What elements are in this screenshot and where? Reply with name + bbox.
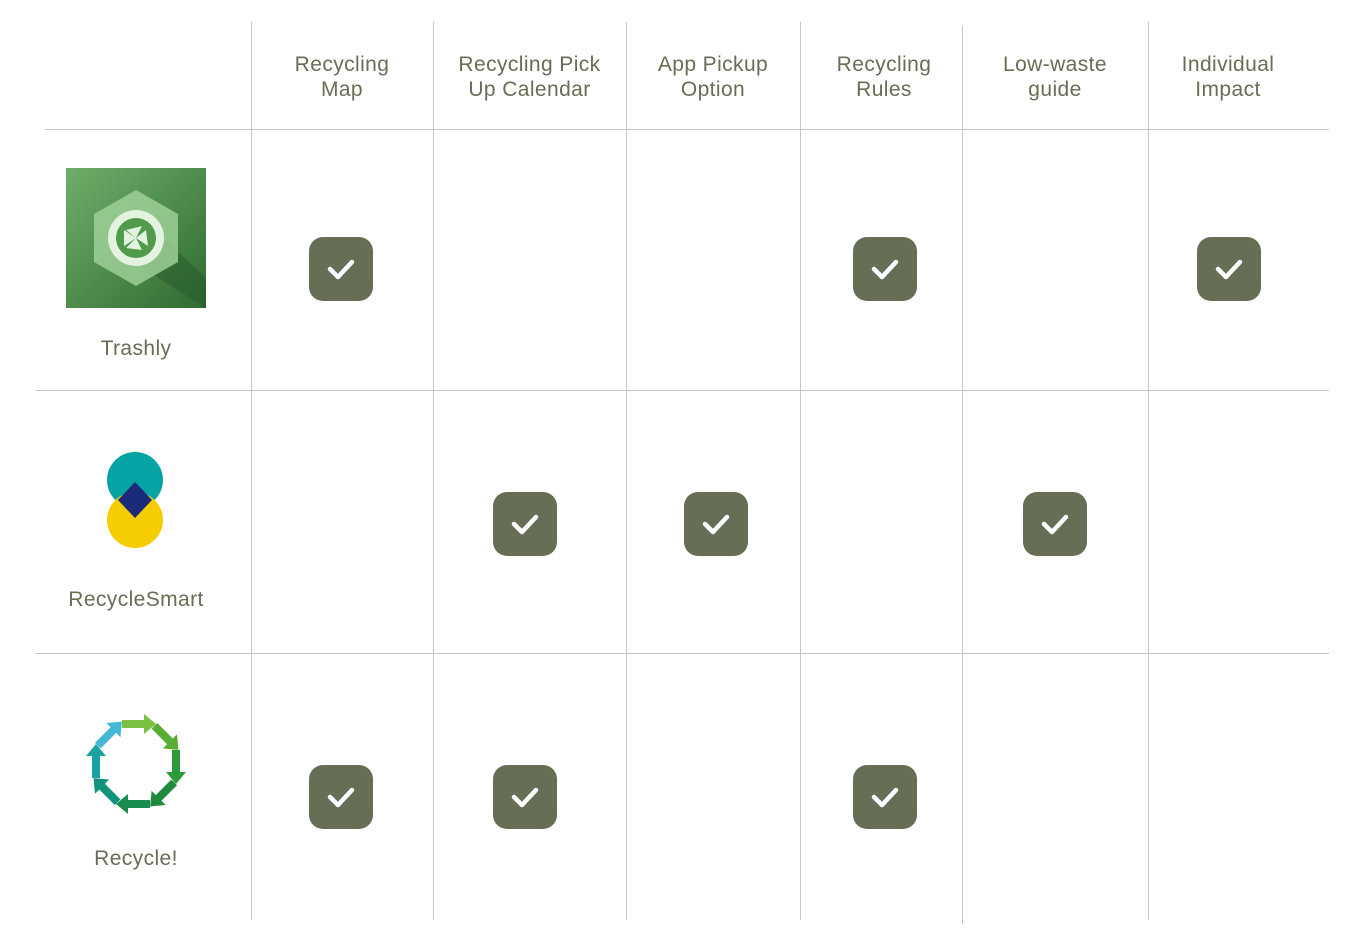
column-divider (1148, 22, 1149, 920)
app-name-recycle: Recycle! (94, 847, 178, 870)
header-line: Recycling (294, 53, 390, 76)
column-header-pickup-calendar: Recycling Pick Up Calendar (433, 52, 626, 112)
header-line: Rules (856, 78, 912, 101)
column-header-app-pickup: App Pickup Option (626, 52, 800, 112)
checkmark-icon (493, 765, 557, 829)
row-divider (36, 390, 1329, 391)
header-line: Impact (1195, 78, 1261, 101)
row-divider (45, 129, 1329, 130)
checkmark-icon (853, 237, 917, 301)
column-divider (800, 22, 801, 920)
header-line: App Pickup (657, 53, 769, 76)
column-header-low-waste-guide: Low-waste guide (962, 52, 1148, 112)
column-header-individual-impact: Individual Impact (1148, 52, 1308, 112)
circular-arrows-logo (84, 712, 188, 816)
header-line: Up Calendar (468, 78, 591, 101)
checkmark-icon (493, 492, 557, 556)
header-line: Recycling Pick (458, 53, 601, 76)
header-line: Recycling (836, 53, 932, 76)
checkmark-icon (684, 492, 748, 556)
column-divider (251, 22, 252, 920)
recycle-icon (66, 168, 206, 308)
column-header-recycling-rules: Recycling Rules (800, 52, 968, 112)
checkmark-icon (309, 237, 373, 301)
checkmark-icon (1023, 492, 1087, 556)
header-line: Map (320, 78, 364, 101)
checkmark-icon (853, 765, 917, 829)
column-divider (433, 22, 434, 920)
column-divider (626, 22, 627, 920)
app-name-recyclesmart: RecycleSmart (68, 588, 204, 611)
checkmark-icon (309, 765, 373, 829)
column-divider (962, 26, 963, 924)
checkmark-icon (1197, 237, 1261, 301)
overlapping-circles-logo (104, 450, 166, 550)
header-line: Low-waste (1003, 53, 1107, 76)
header-line: Option (680, 78, 746, 101)
row-divider (36, 653, 1329, 654)
header-line: Individual (1181, 53, 1275, 76)
header-line: guide (1028, 78, 1082, 101)
comparison-table: Recycling Map Recycling Pick Up Calendar A… (0, 0, 1365, 947)
app-name-trashly: Trashly (100, 337, 172, 360)
column-header-recycling-map: Recycling Map (251, 52, 433, 112)
